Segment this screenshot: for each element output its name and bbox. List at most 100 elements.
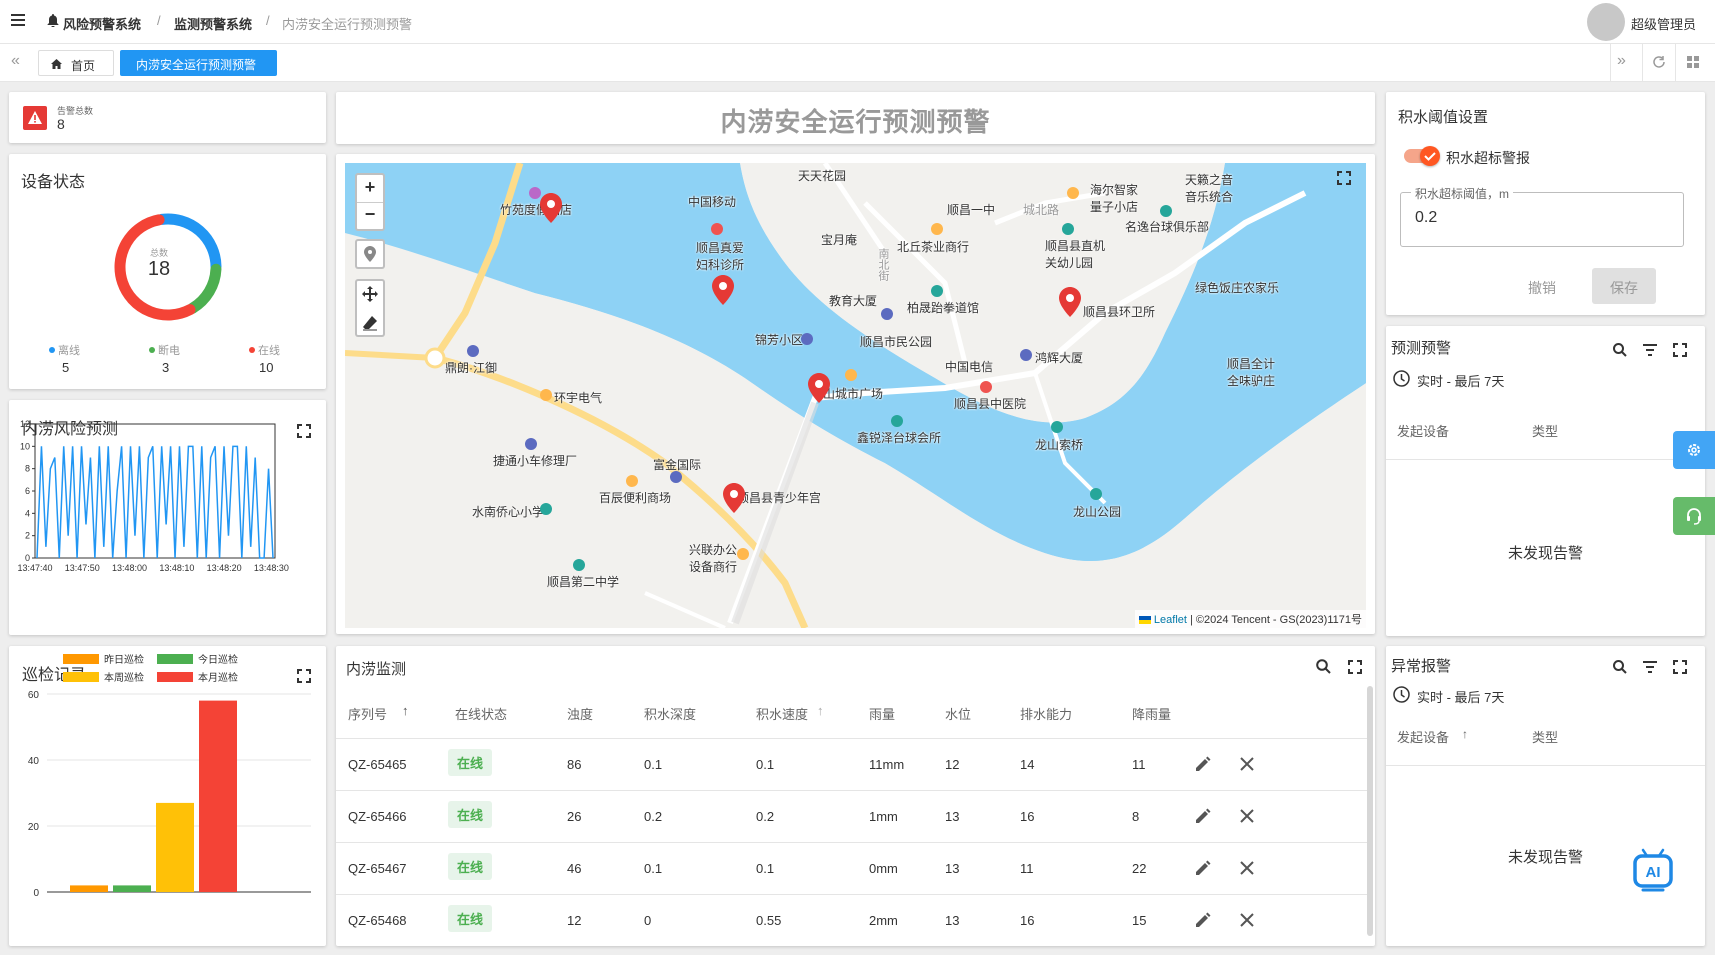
- warning-pin-icon[interactable]: [540, 193, 562, 223]
- move-icon[interactable]: [362, 286, 378, 302]
- close-icon[interactable]: [1240, 861, 1254, 875]
- alarm-toggle[interactable]: [1404, 146, 1440, 166]
- poi-icon[interactable]: [467, 345, 479, 357]
- scroll-left-icon[interactable]: «: [11, 52, 20, 70]
- column-header[interactable]: 发起设备: [1397, 727, 1449, 746]
- user-name[interactable]: 超级管理员: [1631, 14, 1696, 33]
- search-icon[interactable]: [1613, 343, 1627, 357]
- scroll-right-icon[interactable]: »: [1617, 52, 1626, 70]
- time-range[interactable]: 实时 - 最后 7天: [1417, 687, 1504, 706]
- grid-icon[interactable]: [1687, 56, 1699, 68]
- eraser-icon[interactable]: [362, 315, 378, 331]
- map-fullscreen-icon[interactable]: [1337, 171, 1351, 185]
- poi-icon[interactable]: [626, 475, 638, 487]
- column-header[interactable]: 类型: [1532, 421, 1558, 440]
- ai-assistant-icon[interactable]: AI: [1631, 844, 1675, 892]
- save-button[interactable]: 保存: [1592, 268, 1656, 304]
- close-icon[interactable]: [1240, 757, 1254, 771]
- poi-icon[interactable]: [1067, 187, 1079, 199]
- time-range[interactable]: 实时 - 最后 7天: [1417, 371, 1504, 390]
- filter-icon[interactable]: [1643, 344, 1657, 356]
- poi-icon[interactable]: [931, 285, 943, 297]
- column-header-speed[interactable]: 积水速度: [756, 704, 808, 723]
- poi-icon[interactable]: [525, 438, 537, 450]
- filter-icon[interactable]: [1643, 661, 1657, 673]
- column-header-level[interactable]: 水位: [945, 704, 971, 723]
- tab-active[interactable]: 内涝安全运行预测预警: [120, 50, 277, 76]
- search-icon[interactable]: [1316, 659, 1331, 674]
- sort-up-icon[interactable]: ↑: [1462, 727, 1468, 741]
- column-header-serial[interactable]: 序列号: [348, 704, 387, 723]
- settings-float-button[interactable]: [1673, 431, 1715, 469]
- column-header-rain[interactable]: 雨量: [869, 704, 895, 723]
- threshold-input[interactable]: 积水超标阈值，m 0.2: [1400, 185, 1684, 247]
- poi-icon[interactable]: [1090, 488, 1102, 500]
- poi-icon[interactable]: [540, 503, 552, 515]
- edit-icon[interactable]: [1194, 807, 1212, 825]
- warning-pin-icon[interactable]: [723, 483, 745, 513]
- cancel-button[interactable]: 撤销: [1528, 278, 1556, 298]
- poi-icon[interactable]: [711, 223, 723, 235]
- map-label: 顺昌县青少年宫: [737, 491, 822, 505]
- close-icon[interactable]: [1240, 809, 1254, 823]
- warning-pin-icon[interactable]: [808, 373, 830, 403]
- poi-icon[interactable]: [1020, 349, 1032, 361]
- column-header[interactable]: 类型: [1532, 727, 1558, 746]
- y-tick-label: 2: [25, 531, 30, 541]
- column-header-depth[interactable]: 积水深度: [644, 704, 696, 723]
- scrollbar[interactable]: [1367, 686, 1373, 936]
- refresh-icon[interactable]: [1652, 55, 1666, 69]
- marker-tool-button[interactable]: [355, 239, 385, 269]
- avatar[interactable]: [1587, 3, 1625, 41]
- column-header-drainage[interactable]: 排水能力: [1020, 704, 1072, 723]
- map-view[interactable]: 天天花园 中国移动 竹苑度假酒店 顺昌真爱妇科诊所 宝月庵 北丘茶业商行 顺昌一…: [345, 163, 1366, 628]
- table-row[interactable]: QZ-65466 26 0.2 0.2 1mm 13 16 8 在线: [336, 791, 1367, 843]
- sort-up-icon[interactable]: ↑: [817, 703, 824, 718]
- breadcrumb-item-2[interactable]: 监测预警系统: [174, 14, 252, 33]
- zoom-in-button[interactable]: +: [357, 177, 383, 198]
- poi-icon[interactable]: [980, 381, 992, 393]
- edit-icon[interactable]: [1194, 755, 1212, 773]
- column-header-rainfall[interactable]: 降雨量: [1132, 704, 1171, 723]
- poi-icon[interactable]: [801, 333, 813, 345]
- poi-icon[interactable]: [573, 559, 585, 571]
- poi-icon[interactable]: [540, 389, 552, 401]
- table-row[interactable]: QZ-65468 12 0 0.55 2mm 13 16 15 在线: [336, 895, 1367, 946]
- poi-icon[interactable]: [1062, 223, 1074, 235]
- input-value[interactable]: 0.2: [1415, 209, 1437, 227]
- tab-home[interactable]: 首页: [38, 50, 114, 76]
- support-float-button[interactable]: [1673, 497, 1715, 535]
- warning-pin-icon[interactable]: [1059, 287, 1081, 317]
- poi-icon[interactable]: [670, 471, 682, 483]
- poi-icon[interactable]: [1160, 205, 1172, 217]
- leaflet-link[interactable]: Leaflet: [1154, 614, 1187, 626]
- column-header-status[interactable]: 在线状态: [455, 704, 507, 723]
- cell-rain: 0mm: [869, 861, 898, 876]
- column-header-turbidity[interactable]: 浊度: [567, 704, 593, 723]
- warning-pin-icon[interactable]: [712, 275, 734, 305]
- poi-icon[interactable]: [1051, 421, 1063, 433]
- table-row[interactable]: QZ-65465 86 0.1 0.1 11mm 12 14 11 在线: [336, 739, 1367, 791]
- cell-turb: 12: [567, 913, 582, 928]
- menu-icon[interactable]: [11, 14, 25, 26]
- edit-icon[interactable]: [1194, 911, 1212, 929]
- forecast-card: 预测预警 实时 - 最后 7天 发起设备 类型 未发现告警: [1386, 326, 1705, 636]
- map-card: 天天花园 中国移动 竹苑度假酒店 顺昌真爱妇科诊所 宝月庵 北丘茶业商行 顺昌一…: [336, 154, 1375, 634]
- poi-icon[interactable]: [891, 415, 903, 427]
- sort-up-icon[interactable]: ↑: [402, 703, 409, 718]
- device-status-card: 设备状态 总数 18 离线 5 断电 3 在线 10: [9, 154, 326, 389]
- close-icon[interactable]: [1240, 913, 1254, 927]
- poi-icon[interactable]: [931, 223, 943, 235]
- poi-icon[interactable]: [737, 548, 749, 560]
- zoom-out-button[interactable]: −: [357, 204, 383, 225]
- poi-icon[interactable]: [845, 369, 857, 381]
- poi-icon[interactable]: [881, 308, 893, 320]
- column-header[interactable]: 发起设备: [1397, 421, 1449, 440]
- fullscreen-icon[interactable]: [1673, 343, 1687, 357]
- edit-icon[interactable]: [1194, 859, 1212, 877]
- breadcrumb-item-1[interactable]: 风险预警系统: [63, 14, 141, 33]
- fullscreen-icon[interactable]: [1348, 660, 1362, 674]
- table-row[interactable]: QZ-65467 46 0.1 0.1 0mm 13 11 22 在线: [336, 843, 1367, 895]
- search-icon[interactable]: [1613, 660, 1627, 674]
- fullscreen-icon[interactable]: [1673, 660, 1687, 674]
